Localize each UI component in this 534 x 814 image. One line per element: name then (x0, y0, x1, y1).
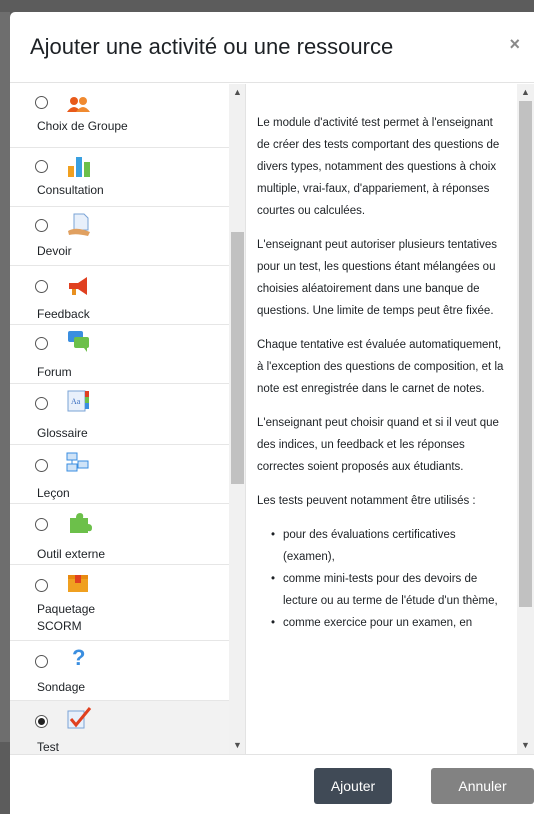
description-paragraph: L'enseignant peut choisir quand et si il… (257, 417, 499, 473)
dialog-title: Ajouter une activité ou une ressource (30, 34, 394, 59)
description-paragraph: Le module d'activité test permet à l'ens… (257, 117, 500, 217)
megaphone-icon (69, 277, 87, 295)
description-paragraph: L'enseignant peut autoriser plusieurs te… (257, 239, 498, 317)
option-label-line2: SCORM (37, 619, 82, 633)
cancel-button[interactable]: Annuler (431, 768, 534, 804)
puzzle-icon (70, 513, 92, 533)
radio-button[interactable] (35, 219, 48, 232)
add-button[interactable]: Ajouter (314, 768, 392, 804)
scrollbar-thumb[interactable] (519, 101, 532, 607)
description-paragraph: Les tests peuvent notamment être utilisé… (257, 495, 476, 507)
option-label: Forum (37, 365, 72, 379)
option-label: Devoir (37, 244, 72, 258)
activity-description-panel: Le module d'activité test permet à l'ens… (247, 84, 534, 754)
option-choix-de-groupe[interactable]: Choix de Groupe (10, 84, 229, 148)
option-label: Feedback (37, 307, 90, 321)
scroll-down-arrow-icon[interactable]: ▼ (229, 737, 245, 754)
backdrop-footer-edge (0, 742, 10, 814)
radio-button[interactable] (35, 655, 48, 668)
description-paragraph: Chaque tentative est évaluée automatique… (257, 339, 504, 395)
option-feedback[interactable]: Feedback (10, 266, 229, 325)
package-icon (68, 575, 88, 592)
scroll-up-arrow-icon[interactable]: ▲ (517, 84, 534, 101)
glossary-icon: Aa (67, 390, 89, 412)
bar-chart-icon (68, 157, 90, 177)
option-lecon[interactable]: Leçon (10, 445, 229, 504)
option-label: Outil externe (37, 547, 106, 561)
option-sondage[interactable]: ? Sondage (10, 641, 229, 701)
lesson-icon (66, 452, 89, 472)
option-test[interactable]: Test (10, 701, 229, 754)
svg-text:Aa: Aa (71, 397, 81, 406)
speech-bubbles-icon (68, 331, 89, 352)
radio-button[interactable] (35, 579, 48, 592)
svg-text:?: ? (72, 645, 85, 669)
quiz-checkmark-icon (67, 707, 92, 729)
scroll-down-arrow-icon[interactable]: ▼ (517, 737, 534, 754)
radio-button-checked[interactable] (35, 715, 48, 728)
radio-button[interactable] (35, 518, 48, 531)
option-label: Test (37, 740, 60, 754)
radio-button[interactable] (35, 280, 48, 293)
dialog-header: Ajouter une activité ou une ressource × (10, 12, 534, 83)
group-choice-icon (67, 97, 90, 112)
option-label: Consultation (37, 183, 104, 197)
description-bullet-list: pour des évaluations certificatives (exa… (257, 524, 507, 634)
options-scrollbar[interactable]: ▲ ▼ (229, 84, 245, 754)
description-scrollbar[interactable]: ▲ ▼ (517, 84, 534, 754)
option-label: Glossaire (37, 426, 88, 440)
radio-button[interactable] (35, 160, 48, 173)
radio-button[interactable] (35, 397, 48, 410)
close-icon[interactable]: × (509, 34, 520, 55)
backdrop-edge (0, 12, 10, 814)
option-paquetage-scorm[interactable]: Paquetage SCORM (10, 565, 229, 641)
activity-options-list: Choix de Groupe Consultation Devoir Feed… (10, 84, 246, 754)
description-text: Le module d'activité test permet à l'ens… (257, 112, 507, 634)
radio-button[interactable] (35, 459, 48, 472)
radio-button[interactable] (35, 337, 48, 350)
option-outil-externe[interactable]: Outil externe (10, 504, 229, 565)
option-glossaire[interactable]: Aa Glossaire (10, 384, 229, 445)
question-mark-icon: ? (72, 645, 85, 669)
assignment-icon (68, 213, 90, 236)
option-forum[interactable]: Forum (10, 325, 229, 384)
list-item: comme exercice pour un examen, en (271, 612, 507, 634)
option-consultation[interactable]: Consultation (10, 148, 229, 207)
option-label: Paquetage (37, 602, 96, 616)
list-item: comme mini-tests pour des devoirs de lec… (271, 568, 507, 612)
list-item: pour des évaluations certificatives (exa… (271, 524, 507, 568)
radio-button[interactable] (35, 96, 48, 109)
scrollbar-thumb[interactable] (231, 232, 244, 484)
dialog-footer: Ajouter Annuler (10, 754, 534, 814)
option-label: Sondage (37, 680, 86, 694)
scroll-up-arrow-icon[interactable]: ▲ (229, 84, 245, 101)
option-label: Choix de Groupe (37, 119, 128, 133)
option-label: Leçon (37, 486, 70, 500)
add-activity-dialog: Ajouter une activité ou une ressource × … (10, 12, 534, 814)
option-devoir[interactable]: Devoir (10, 207, 229, 266)
